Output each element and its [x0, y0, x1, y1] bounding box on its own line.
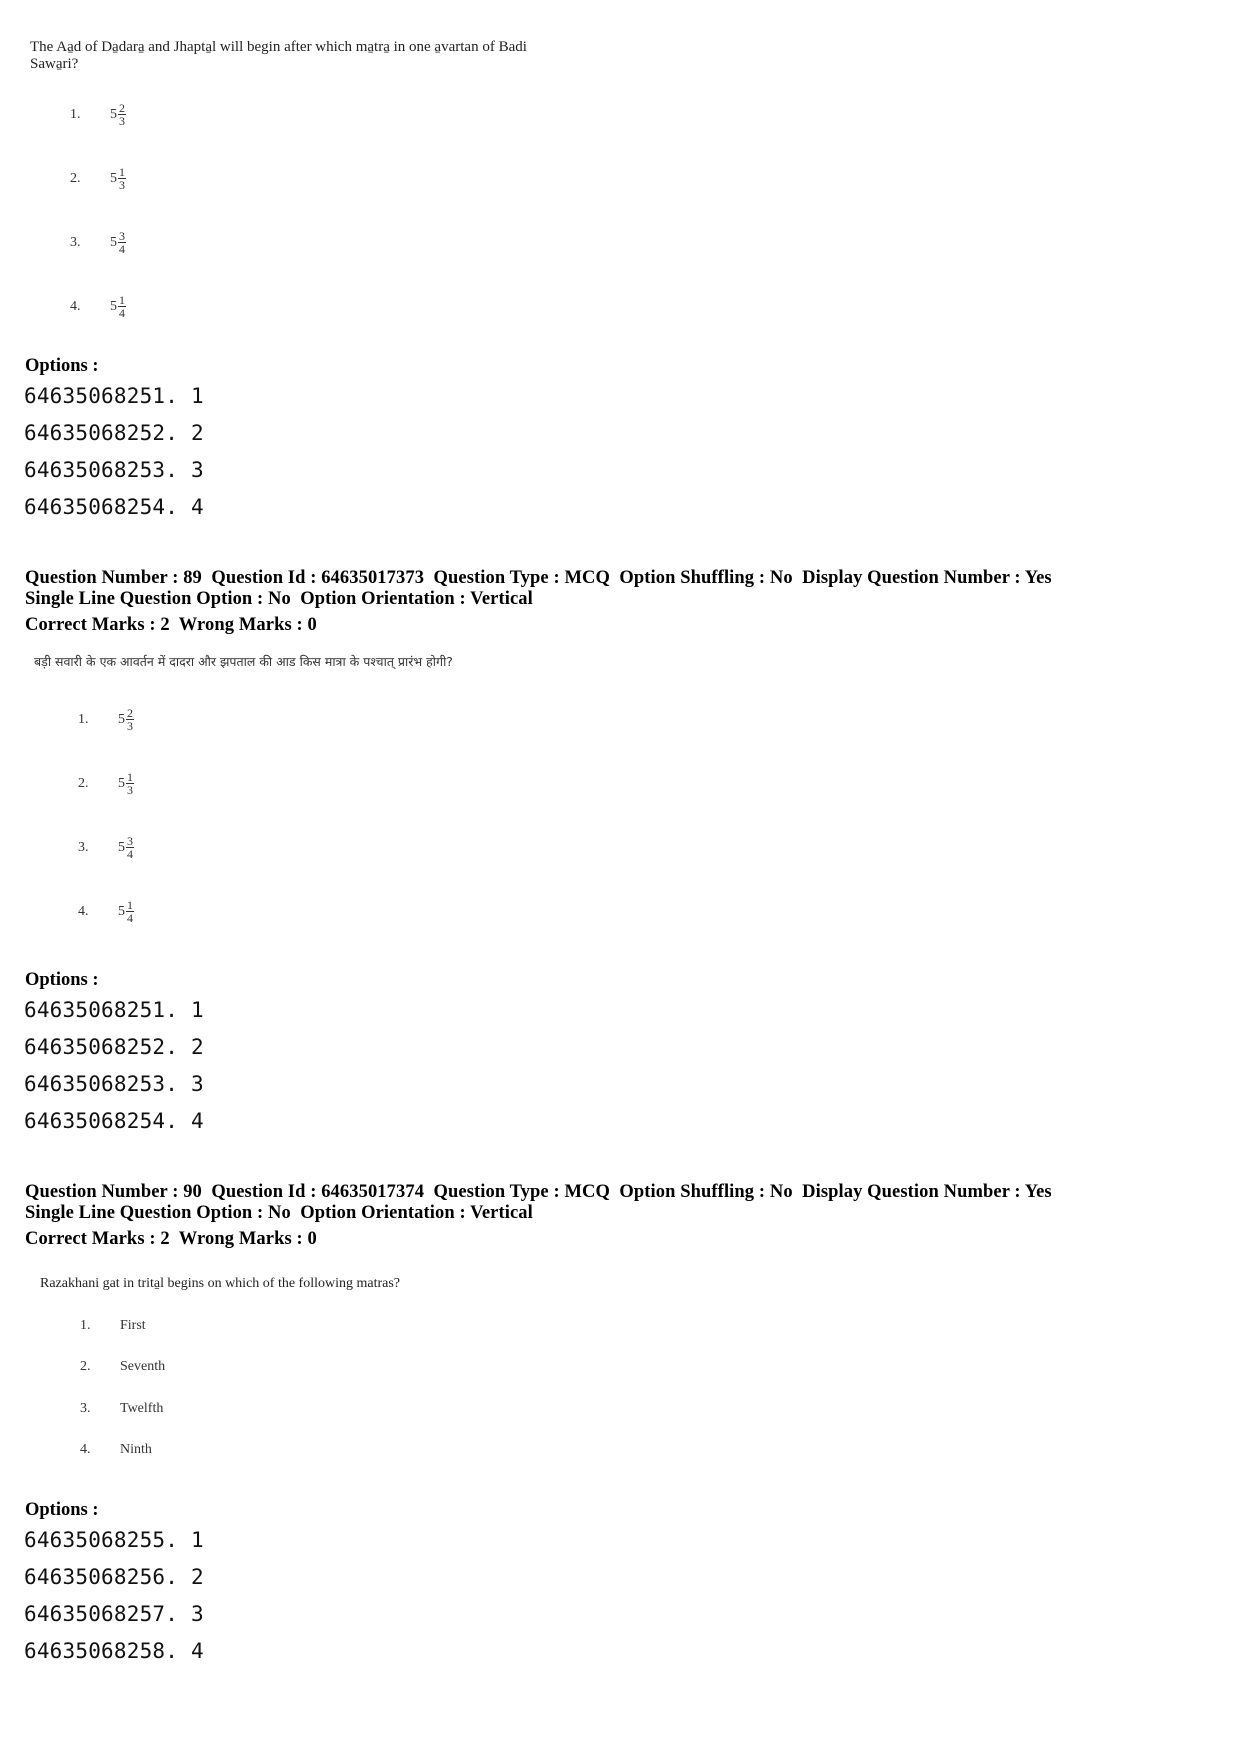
choice-number: 4. — [78, 903, 89, 919]
choice-row: 4. 5 1 4 — [70, 294, 126, 319]
denominator: 4 — [119, 306, 125, 320]
whole-part: 5 — [110, 298, 117, 314]
question-88-text-line1: The Aa̱d of Da̱dara̱ and Jhapta̱l will b… — [30, 39, 527, 55]
fraction: 1 3 — [126, 771, 134, 796]
option-id: 64635068252. 2 — [24, 421, 204, 445]
choice-row: 4. Ninth — [80, 1442, 152, 1458]
choice-row: 3. Twelfth — [80, 1401, 163, 1417]
fraction: 1 4 — [118, 294, 126, 319]
choice-number: 3. — [70, 234, 81, 250]
choice-row: 4. 5 1 4 — [78, 899, 134, 924]
choice-text: First — [120, 1318, 146, 1333]
denominator: 3 — [127, 719, 133, 733]
mixed-fraction: 5 3 4 — [110, 230, 126, 255]
options-label: Options : — [25, 970, 99, 990]
option-id: 64635068258. 4 — [24, 1639, 204, 1663]
mixed-fraction: 5 1 4 — [118, 899, 134, 924]
question-88-text: The Aa̱d of Da̱dara̱ and Jhapta̱l will b… — [30, 39, 630, 73]
whole-part: 5 — [118, 903, 125, 919]
whole-part: 5 — [118, 711, 125, 727]
denominator: 3 — [127, 783, 133, 797]
option-id: 64635068253. 3 — [24, 1072, 204, 1096]
option-id: 64635068255. 1 — [24, 1528, 204, 1552]
denominator: 4 — [119, 242, 125, 256]
whole-part: 5 — [118, 839, 125, 855]
whole-part: 5 — [110, 170, 117, 186]
fraction: 3 4 — [126, 835, 134, 860]
mixed-fraction: 5 1 3 — [118, 771, 134, 796]
whole-part: 5 — [110, 234, 117, 250]
mixed-fraction: 5 2 3 — [110, 102, 126, 127]
question-89-marks: Correct Marks : 2 Wrong Marks : 0 — [25, 615, 317, 635]
question-89-meta-line2: Single Line Question Option : No Option … — [25, 589, 533, 609]
options-label: Options : — [25, 356, 99, 376]
choice-text: Ninth — [120, 1442, 152, 1457]
denominator: 4 — [127, 847, 133, 861]
mixed-fraction: 5 1 4 — [110, 294, 126, 319]
mixed-fraction: 5 1 3 — [110, 166, 126, 191]
choice-row: 1. First — [80, 1318, 146, 1334]
question-89-text: बड़ी सवारी के एक आवर्तन में दादरा और झपत… — [34, 654, 453, 669]
fraction: 3 4 — [118, 230, 126, 255]
whole-part: 5 — [110, 106, 117, 122]
choice-row: 1. 5 2 3 — [78, 707, 134, 732]
option-id: 64635068257. 3 — [24, 1602, 204, 1626]
choice-number: 1. — [80, 1318, 91, 1333]
choice-row: 2. Seventh — [80, 1359, 165, 1375]
choice-row: 2. 5 1 3 — [70, 166, 126, 191]
choice-number: 4. — [70, 298, 81, 314]
question-90-text: Razakhani gat in trita̱l begins on which… — [40, 1276, 401, 1291]
choice-text: Twelfth — [120, 1401, 164, 1416]
choice-row: 3. 5 3 4 — [70, 230, 126, 255]
choice-row: 2. 5 1 3 — [78, 771, 134, 796]
option-id: 64635068254. 4 — [24, 1109, 204, 1133]
choice-row: 3. 5 3 4 — [78, 835, 134, 860]
whole-part: 5 — [118, 775, 125, 791]
fraction: 2 3 — [126, 707, 134, 732]
question-90-meta-line2: Single Line Question Option : No Option … — [25, 1203, 533, 1223]
choice-number: 2. — [70, 170, 81, 186]
question-90-marks: Correct Marks : 2 Wrong Marks : 0 — [25, 1229, 317, 1249]
option-id: 64635068253. 3 — [24, 458, 204, 482]
choice-number: 3. — [80, 1401, 91, 1416]
mixed-fraction: 5 2 3 — [118, 707, 134, 732]
option-id: 64635068252. 2 — [24, 1035, 204, 1059]
option-id: 64635068251. 1 — [24, 384, 204, 408]
question-88-text-line2: Sawa̱ri? — [30, 56, 79, 72]
choice-row: 1. 5 2 3 — [70, 102, 126, 127]
fraction: 1 4 — [126, 899, 134, 924]
choice-number: 4. — [80, 1442, 91, 1457]
option-id: 64635068256. 2 — [24, 1565, 204, 1589]
choice-number: 1. — [78, 711, 89, 727]
question-90-meta-line1: Question Number : 90 Question Id : 64635… — [25, 1182, 1052, 1202]
option-id: 64635068254. 4 — [24, 495, 204, 519]
options-label: Options : — [25, 1500, 99, 1520]
choice-number: 1. — [70, 106, 81, 122]
denominator: 4 — [127, 911, 133, 925]
option-id: 64635068251. 1 — [24, 998, 204, 1022]
fraction: 2 3 — [118, 102, 126, 127]
mixed-fraction: 5 3 4 — [118, 835, 134, 860]
choice-number: 2. — [80, 1359, 91, 1374]
choice-number: 3. — [78, 839, 89, 855]
denominator: 3 — [119, 114, 125, 128]
choice-text: Seventh — [120, 1359, 166, 1374]
fraction: 1 3 — [118, 166, 126, 191]
denominator: 3 — [119, 178, 125, 192]
question-89-meta-line1: Question Number : 89 Question Id : 64635… — [25, 568, 1052, 588]
choice-number: 2. — [78, 775, 89, 791]
